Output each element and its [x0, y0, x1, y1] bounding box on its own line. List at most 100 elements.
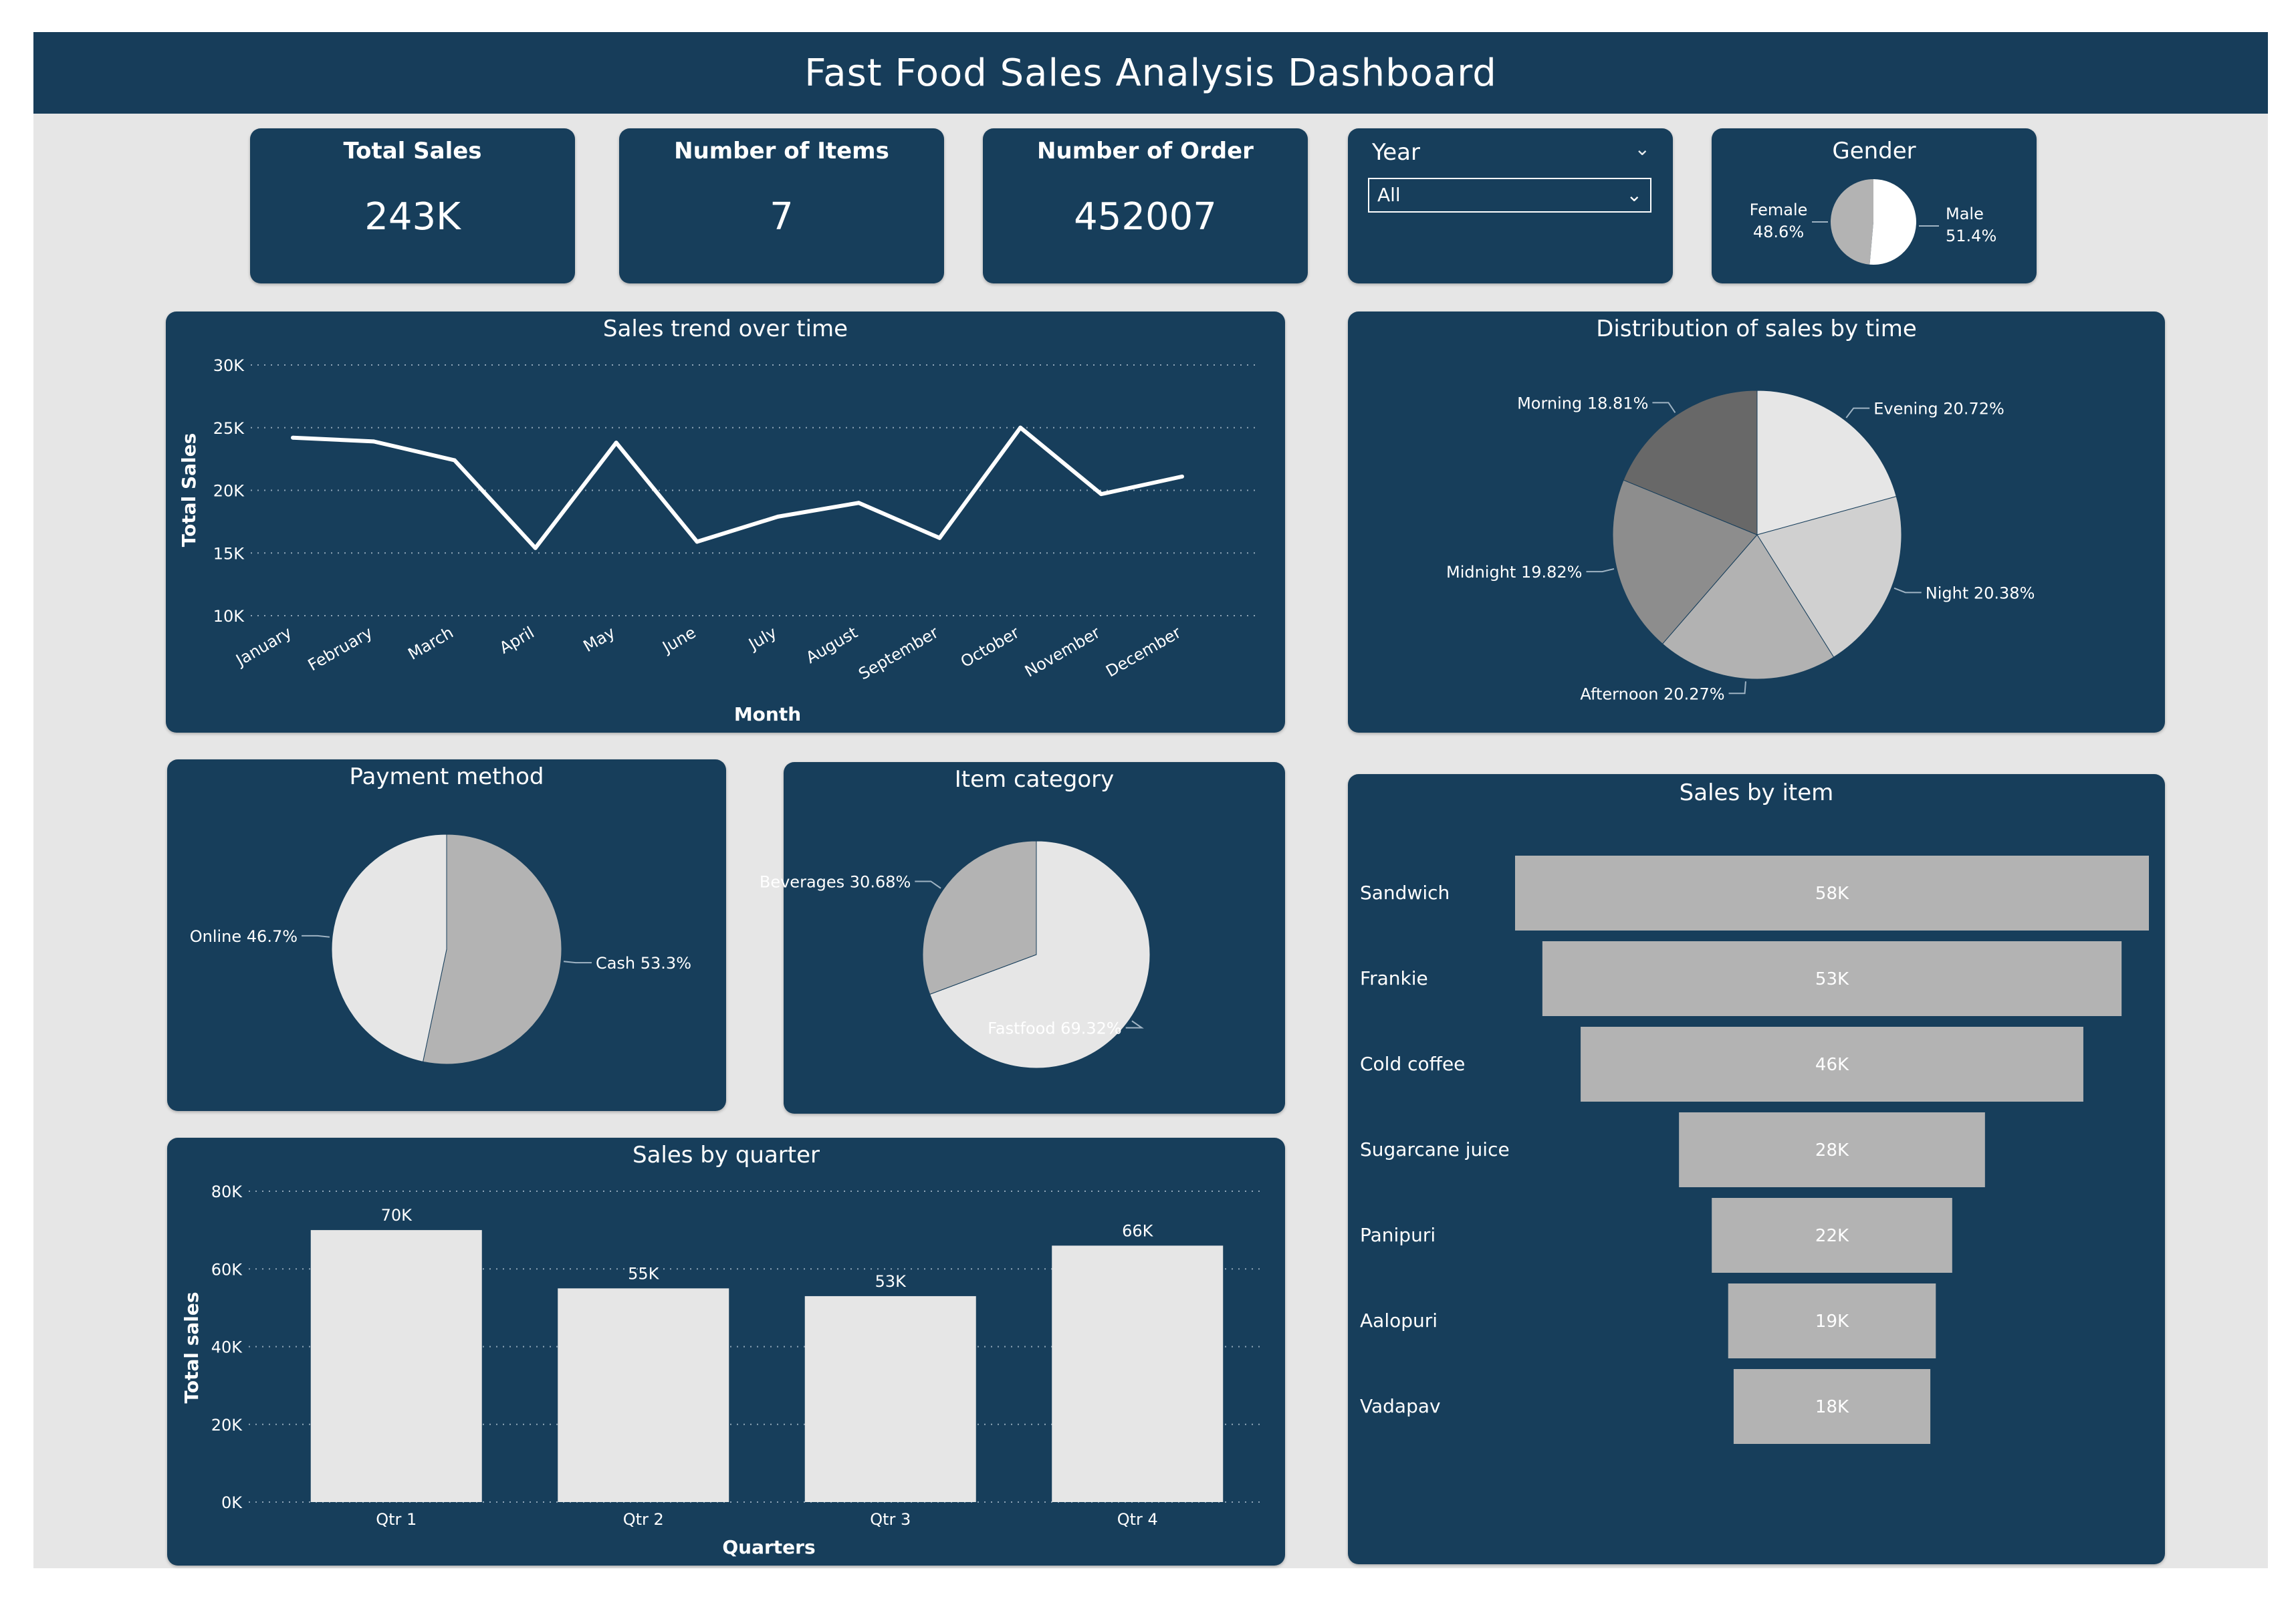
pie-slice-male [1869, 179, 1916, 265]
x-tick-label: May [580, 623, 618, 656]
sales-by-item-chart: 58K Sandwich 53K Frankie 46K Cold coffee 28K Su… [1360, 856, 2149, 1444]
leader-line [563, 961, 592, 964]
data-label: 53K [1815, 969, 1849, 989]
data-point [291, 435, 295, 440]
category-label: Vadapav [1360, 1395, 1441, 1417]
data-label: 28K [1815, 1140, 1849, 1160]
x-tick-label: January [231, 623, 295, 670]
category-label: Panipuri [1360, 1224, 1436, 1246]
sales-by-item-panel: Sales by item 58K Sandwich 53K Frankie 46K Co… [1348, 774, 2165, 1564]
year-dropdown-value: All [1377, 184, 1401, 206]
gender-female-pct: 48.6% [1753, 223, 1804, 241]
time-distribution-panel: Distribution of sales by time Evening 20… [1348, 312, 2165, 733]
item-category-pie: Fastfood 69.32% Beverages 30.68% [760, 840, 1151, 1069]
x-tick-label: Qtr 1 [376, 1510, 417, 1529]
sales-by-quarter-chart: 0K 20K 40K 60K 80K 70K Qtr 1 55K Qtr 2 53K Qtr 3 66… [181, 1183, 1261, 1558]
year-slicer-label: Year [1372, 139, 1420, 166]
y-tick-label: 25K [213, 419, 245, 438]
bar-qtr-1 [310, 1230, 482, 1502]
data-point [1018, 425, 1023, 430]
chevron-down-icon[interactable]: ⌄ [1635, 138, 1650, 160]
category-label: Aalopuri [1360, 1310, 1438, 1332]
kpi-card-number-of-order: Number of Order 452007 [983, 128, 1308, 283]
leader-line [1728, 681, 1746, 695]
payment-method-pie: Cash 53.3% Online 46.7% [190, 834, 691, 1065]
data-label: 58K [1815, 884, 1849, 904]
data-label: Morning 18.81% [1517, 394, 1648, 412]
y-tick-label: 20K [213, 482, 245, 501]
leader-line [1652, 402, 1676, 413]
gender-card: Gender Female 48.6% Male 51.4% [1712, 128, 2037, 283]
kpi-card-number-of-items: Number of Items 7 [619, 128, 944, 283]
kpi-value: 243K [364, 195, 461, 239]
category-label: Sandwich [1360, 882, 1450, 904]
leader-line [915, 880, 941, 889]
x-tick-label: September [855, 623, 941, 684]
data-label: Evening 20.72% [1873, 400, 2004, 418]
leader-line [1586, 568, 1615, 573]
series-line [292, 425, 1183, 550]
x-axis-label: Month [734, 703, 801, 725]
bar-qtr-2 [558, 1288, 729, 1502]
dashboard-title: Fast Food Sales Analysis Dashboard [33, 32, 2268, 114]
data-point [776, 514, 780, 519]
y-axis-label: Total sales [181, 1292, 203, 1403]
x-tick-label: Qtr 2 [623, 1510, 664, 1529]
y-tick-label: 0K [221, 1493, 243, 1512]
x-tick-label: July [744, 623, 780, 654]
leader-line [302, 935, 330, 938]
pie-slice-online [331, 834, 447, 1062]
chevron-down-icon: ⌄ [1626, 184, 1642, 206]
kpi-value: 7 [770, 195, 794, 239]
data-label: Fastfood 69.32% [988, 1019, 1121, 1038]
x-tick-label: November [1022, 623, 1103, 681]
x-tick-label: April [496, 623, 538, 658]
y-tick-label: 80K [211, 1183, 243, 1201]
data-label: 22K [1815, 1226, 1849, 1246]
x-tick-label: October [957, 623, 1022, 671]
kpi-title: Number of Items [674, 138, 889, 164]
leader-line [1893, 587, 1922, 594]
data-point [1180, 474, 1184, 479]
kpi-value: 452007 [1074, 195, 1217, 239]
pie-slice-female [1831, 179, 1873, 265]
sales-by-quarter-panel: Sales by quarter 0K 20K 40K 60K 80K 70K Qtr 15… [167, 1138, 1285, 1566]
item-category-panel: Item category Fastfood 69.32% Beverages 3… [760, 762, 1285, 1114]
data-label: Online 46.7% [190, 927, 298, 946]
data-label: 70K [381, 1206, 413, 1225]
data-point [452, 458, 457, 463]
data-label: 18K [1815, 1397, 1849, 1417]
y-tick-label: 60K [211, 1260, 243, 1279]
kpi-title: Total Sales [343, 138, 482, 164]
x-tick-label: February [305, 623, 376, 674]
y-tick-label: 20K [211, 1416, 243, 1435]
year-slicer: Year ⌄ All ⌄ [1348, 128, 1673, 283]
x-tick-label: August [803, 623, 861, 667]
y-tick-label: 10K [213, 607, 245, 626]
data-label: 55K [628, 1264, 660, 1283]
data-label: Afternoon 20.27% [1580, 685, 1724, 703]
gender-male-label: Male [1946, 205, 1984, 223]
data-label: Beverages 30.68% [760, 872, 911, 891]
dashboard-canvas: Fast Food Sales Analysis Dashboard Total… [33, 32, 2268, 1568]
x-tick-label: December [1103, 623, 1184, 681]
x-tick-label: June [659, 623, 699, 657]
data-label: 46K [1815, 1055, 1849, 1075]
bar-qtr-4 [1052, 1245, 1224, 1502]
data-label: 19K [1815, 1312, 1849, 1332]
y-tick-label: 40K [211, 1338, 243, 1357]
y-tick-label: 15K [213, 544, 245, 563]
data-point [371, 439, 376, 444]
data-label: Midnight 19.82% [1446, 563, 1582, 582]
data-label: 53K [875, 1272, 907, 1291]
bar-qtr-3 [804, 1296, 976, 1502]
x-tick-label: Qtr 3 [870, 1510, 911, 1529]
category-label: Sugarcane juice [1360, 1138, 1510, 1160]
x-axis-label: Quarters [722, 1536, 815, 1558]
y-axis-label: Total Sales [178, 433, 200, 547]
time-distribution-pie: Evening 20.72% Night 20.38% Afternoon 20.2… [1446, 390, 2035, 703]
x-tick-label: March [405, 623, 456, 664]
gender-female-label: Female [1750, 201, 1808, 219]
year-dropdown[interactable]: All ⌄ [1368, 178, 1651, 213]
payment-method-panel: Payment method Cash 53.3% Online 46.7% [167, 759, 726, 1111]
